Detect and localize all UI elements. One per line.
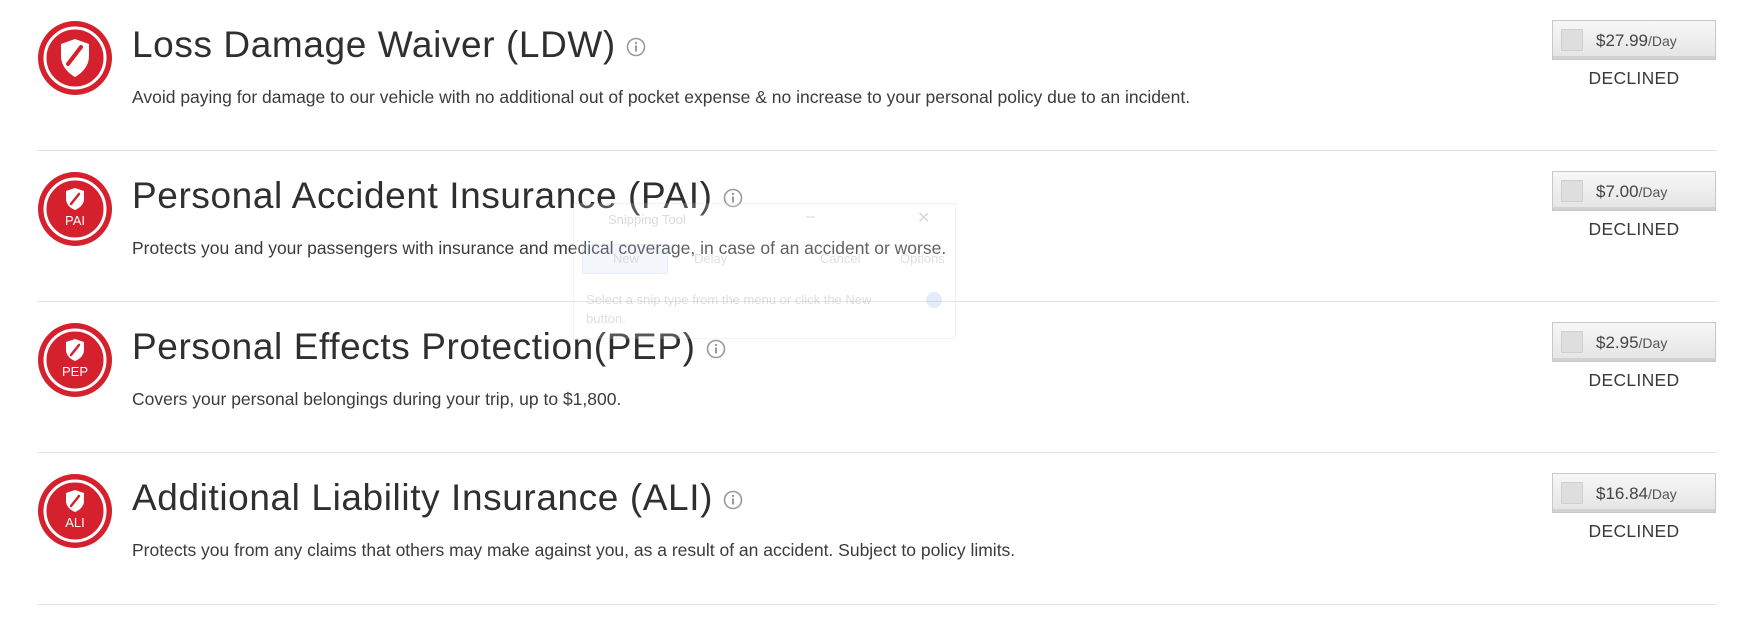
svg-text:PAI: PAI [65, 213, 85, 228]
option-status: DECLINED [1588, 370, 1680, 390]
protection-option-pep: PEP Personal Effects Protection(PEP) Cov… [37, 302, 1717, 453]
svg-text:PEP: PEP [62, 364, 88, 379]
ldw-badge-icon [37, 20, 113, 96]
info-icon[interactable] [723, 490, 743, 510]
option-status: DECLINED [1588, 68, 1680, 88]
protection-options-list: Loss Damage Waiver (LDW) Avoid paying fo… [37, 0, 1717, 605]
price-value: $16.84/Day [1596, 484, 1677, 503]
price-value: $7.00/Day [1596, 182, 1668, 201]
pep-badge-icon: PEP [37, 322, 113, 398]
ldw-price-toggle-button[interactable]: $27.99/Day [1552, 20, 1716, 60]
pep-checkbox[interactable] [1561, 331, 1583, 353]
svg-text:ALI: ALI [65, 515, 85, 530]
pai-price-toggle-button[interactable]: $7.00/Day [1552, 171, 1716, 211]
info-icon[interactable] [723, 188, 743, 208]
protection-option-pai: PAI Personal Accident Insurance (PAI) Pr… [37, 151, 1717, 302]
pai-checkbox[interactable] [1561, 180, 1583, 202]
option-title: Loss Damage Waiver (LDW) [132, 24, 616, 65]
option-description: Avoid paying for damage to our vehicle w… [132, 87, 1191, 107]
option-title: Personal Effects Protection(PEP) [132, 326, 696, 367]
protection-option-ali: ALI Additional Liability Insurance (ALI)… [37, 453, 1717, 605]
pai-badge-icon: PAI [37, 171, 113, 247]
ali-badge-icon: ALI [37, 473, 113, 549]
option-title: Additional Liability Insurance (ALI) [132, 477, 714, 518]
option-description: Protects you from any claims that others… [132, 540, 1016, 560]
ali-price-toggle-button[interactable]: $16.84/Day [1552, 473, 1716, 513]
option-description: Covers your personal belongings during y… [132, 389, 622, 409]
protection-option-ldw: Loss Damage Waiver (LDW) Avoid paying fo… [37, 0, 1717, 151]
price-value: $27.99/Day [1596, 31, 1677, 50]
pep-price-toggle-button[interactable]: $2.95/Day [1552, 322, 1716, 362]
ali-checkbox[interactable] [1561, 482, 1583, 504]
info-icon[interactable] [626, 37, 646, 57]
option-description: Protects you and your passengers with in… [132, 238, 947, 258]
option-status: DECLINED [1588, 219, 1680, 239]
option-title: Personal Accident Insurance (PAI) [132, 175, 713, 216]
ldw-checkbox[interactable] [1561, 29, 1583, 51]
info-icon[interactable] [706, 339, 726, 359]
option-status: DECLINED [1588, 521, 1680, 541]
price-value: $2.95/Day [1596, 333, 1668, 352]
